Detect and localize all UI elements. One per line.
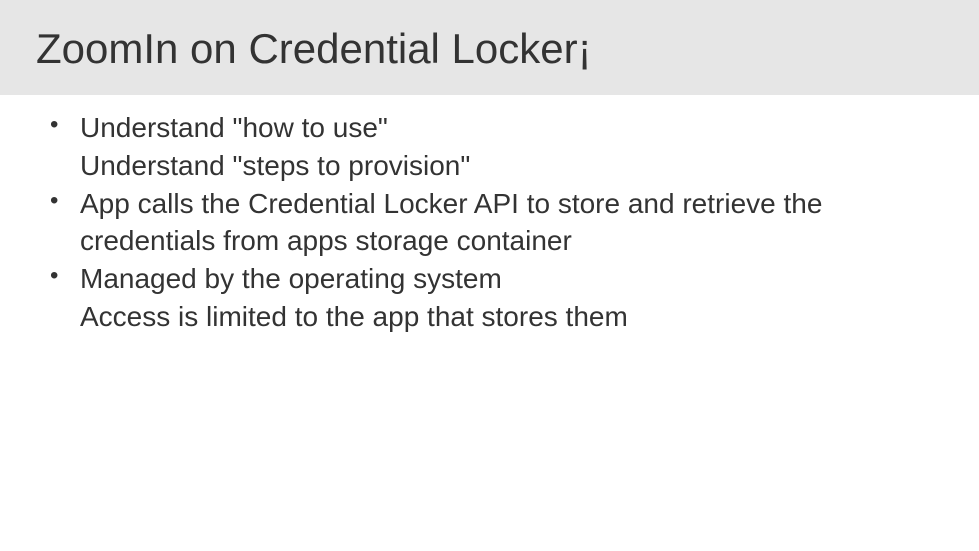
bullet-line: Understand "steps to provision" bbox=[80, 147, 943, 185]
bullet-line: Access is limited to the app that stores… bbox=[80, 298, 943, 336]
bullet-list: Understand "how to use" Understand "step… bbox=[36, 109, 943, 336]
bullet-line: Understand "how to use" bbox=[80, 109, 943, 147]
slide-title: ZoomIn on Credential Locker¡ bbox=[36, 25, 592, 73]
bullet-line: App calls the Credential Locker API to s… bbox=[80, 185, 943, 261]
slide-header: ZoomIn on Credential Locker¡ bbox=[0, 0, 979, 95]
bullet-line: Managed by the operating system bbox=[80, 260, 943, 298]
bullet-item: Managed by the operating system Access i… bbox=[36, 260, 943, 336]
slide-content: Understand "how to use" Understand "step… bbox=[0, 95, 979, 356]
bullet-item: App calls the Credential Locker API to s… bbox=[36, 185, 943, 261]
bullet-item: Understand "how to use" Understand "step… bbox=[36, 109, 943, 185]
